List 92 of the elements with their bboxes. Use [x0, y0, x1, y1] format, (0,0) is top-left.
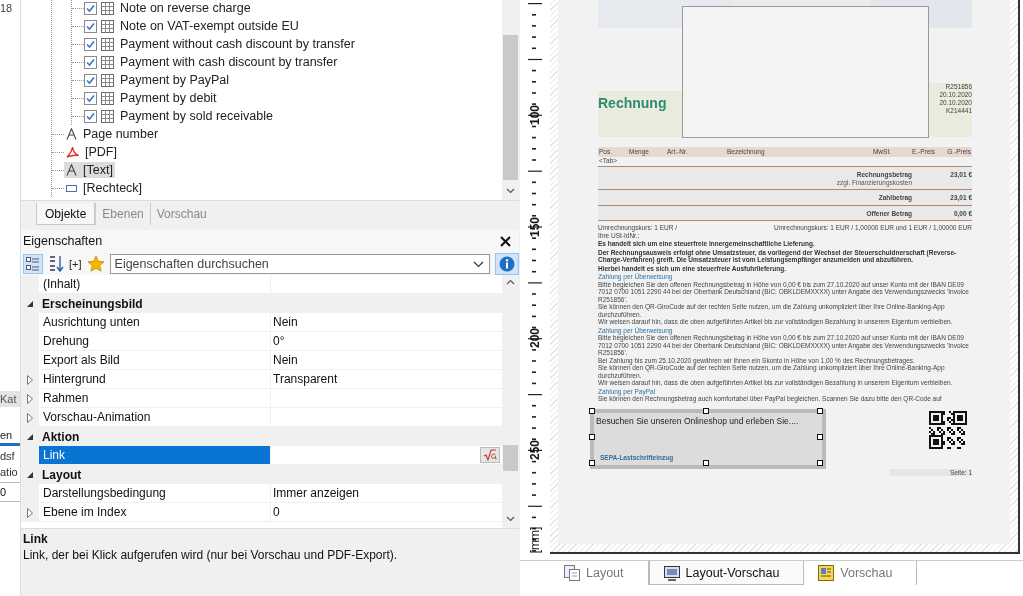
text-icon — [66, 164, 77, 176]
expand-icon[interactable] — [27, 374, 33, 385]
property-value: 0 — [273, 505, 280, 519]
table-icon — [101, 37, 114, 51]
ruler-label: 250 — [528, 439, 542, 463]
tab[interactable]: Kat — [0, 391, 20, 407]
resize-handle[interactable] — [703, 407, 709, 414]
ruler-label: 100 — [528, 104, 542, 127]
close-icon[interactable] — [500, 235, 511, 247]
property-value: Transparent — [273, 372, 338, 386]
preview-icon — [818, 565, 835, 581]
resize-handle[interactable] — [817, 407, 823, 414]
category-label: Layout — [41, 466, 83, 484]
sort-icon[interactable] — [48, 255, 64, 272]
tree-item[interactable]: Payment by sold receivable — [99, 108, 275, 124]
formula-icon — [483, 449, 497, 461]
table-icon — [101, 109, 114, 123]
scrollbar-thumb[interactable] — [503, 445, 518, 471]
table-icon — [101, 91, 114, 105]
property-value: 0° — [273, 334, 285, 348]
tree-item[interactable]: [Rechteck] — [64, 180, 145, 196]
info-icon — [499, 255, 515, 272]
table-icon — [101, 55, 114, 69]
expand-button[interactable]: [+] — [69, 257, 82, 270]
property-name[interactable]: Ebene im Index — [39, 503, 271, 522]
info-button[interactable] — [495, 252, 519, 275]
expand-icon[interactable] — [27, 412, 33, 423]
tab[interactable]: Objekte — [36, 203, 96, 225]
resize-handle[interactable] — [817, 459, 823, 466]
input-field[interactable]: 0 — [0, 482, 20, 502]
line-number: 18 — [0, 1, 14, 14]
view-tab[interactable]: Layout-Vorschau — [648, 561, 805, 585]
checkbox[interactable] — [84, 19, 97, 33]
resize-handle[interactable] — [589, 459, 595, 466]
collapse-icon[interactable] — [26, 299, 34, 308]
tree-item[interactable]: Note on VAT-exempt outside EU — [99, 18, 301, 34]
panel-title: Eigenschaften — [23, 234, 103, 248]
tree-item[interactable]: Payment by PayPal — [99, 72, 232, 88]
checkbox[interactable] — [84, 91, 97, 105]
property-name[interactable]: Link — [39, 446, 271, 465]
scroll-up-icon[interactable] — [506, 279, 515, 285]
resize-handle[interactable] — [817, 433, 823, 440]
tree-item[interactable]: Page number — [64, 126, 161, 142]
checkbox[interactable] — [84, 73, 97, 87]
resize-handle[interactable] — [589, 407, 595, 414]
text-icon — [66, 128, 77, 140]
ruler-label: 200 — [528, 327, 542, 351]
tree-item[interactable]: [Text] — [64, 162, 115, 178]
property-value: Immer anzeigen — [273, 486, 360, 500]
label: dsf — [0, 450, 16, 462]
chevron-down-icon[interactable] — [473, 260, 484, 268]
scrollbar-thumb[interactable] — [503, 35, 518, 180]
checkbox[interactable] — [84, 55, 97, 69]
scroll-down-icon[interactable] — [506, 516, 515, 522]
monitor-icon — [663, 564, 680, 581]
collapse-icon[interactable] — [26, 432, 34, 441]
ruler-label: 150 — [528, 215, 542, 239]
ruler-unit: [mm] — [528, 525, 542, 555]
collapse-icon[interactable] — [26, 470, 34, 479]
table-icon — [101, 73, 114, 87]
category-label: Aktion — [41, 428, 81, 446]
property-value: Nein — [273, 315, 298, 329]
search-field[interactable]: Eigenschaften durchsuchen — [109, 253, 490, 274]
checkbox[interactable] — [84, 37, 97, 51]
resize-handle[interactable] — [703, 459, 709, 466]
category-label: Erscheinungsbild — [41, 295, 144, 313]
tree-item[interactable]: Payment without cash discount by transfer — [99, 36, 357, 52]
rectangle-icon — [66, 184, 77, 192]
checkbox[interactable] — [84, 109, 97, 123]
view-tab[interactable]: Layout — [550, 561, 649, 585]
tree-item[interactable]: [PDF] — [64, 144, 119, 160]
formula-button[interactable] — [480, 447, 500, 463]
resize-handle[interactable] — [589, 433, 595, 440]
promo-text: Besuchen Sie unseren Onlineshop und erleben Sie.... — [595, 414, 800, 427]
table-icon — [101, 19, 114, 33]
qr-code — [929, 410, 967, 449]
layout-icon — [564, 565, 580, 581]
star-icon[interactable] — [86, 254, 105, 273]
scroll-down-icon[interactable] — [506, 188, 515, 194]
tree-item[interactable]: Payment with cash discount by transfer — [99, 54, 340, 70]
tree-item[interactable]: Payment by debit — [99, 90, 219, 106]
description-text: Link, der bei Klick aufgerufen wird (nur bei Vorschau und PDF-Export). — [23, 548, 399, 562]
pdf-icon — [66, 146, 79, 158]
view-tab[interactable]: Vorschau — [804, 561, 918, 585]
property-value: Nein — [273, 353, 298, 367]
expand-icon[interactable] — [27, 393, 33, 404]
categorized-view-button[interactable] — [23, 253, 43, 274]
checkbox[interactable] — [84, 1, 97, 15]
label: atio — [0, 466, 19, 478]
expand-icon[interactable] — [27, 507, 33, 518]
description-title: Link — [23, 532, 49, 546]
tree-item[interactable]: Note on reverse charge — [99, 0, 253, 16]
